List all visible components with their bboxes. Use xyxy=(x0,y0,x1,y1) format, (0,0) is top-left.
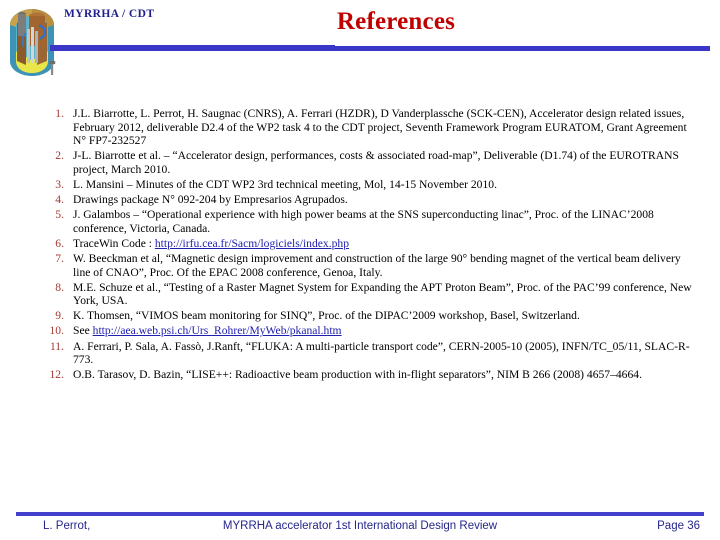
reference-number: 1. xyxy=(55,107,64,120)
reference-text: M.E. Schuze et al., “Testing of a Raster… xyxy=(73,280,692,308)
reference-hyperlink[interactable]: http://aea.web.psi.ch/Urs_Rohrer/MyWeb/p… xyxy=(93,324,342,337)
reference-number: 10. xyxy=(49,324,65,338)
reference-number: 9. xyxy=(55,309,64,323)
reference-number: 8. xyxy=(55,280,64,294)
reference-number: 3. xyxy=(55,177,64,191)
project-label: MYRRHA / CDT xyxy=(64,8,155,20)
reference-text: TraceWin Code : http://irfu.cea.fr/Sacm/… xyxy=(73,237,695,251)
slide: MYRRHA / CDT References 1. J.L. Biarrotte… xyxy=(0,0,720,540)
page-title: References xyxy=(336,8,456,35)
reference-item: 9. K. Thomsen, “VIMOS beam monitoring for… xyxy=(30,309,695,323)
references-list: 1. J.L. Biarrotte, L. Perrot, H. Saugnac … xyxy=(30,107,695,383)
reference-number: 5. xyxy=(55,208,64,222)
reference-item: 2. J-L. Biarrotte et al. – “Accelerator d… xyxy=(30,149,695,176)
reference-number: 11. xyxy=(49,339,64,353)
reference-item: 8. M.E. Schuze et al., “Testing of a Rast… xyxy=(30,281,695,308)
reference-item: 3. L. Mansini – Minutes of the CDT WP2 3r… xyxy=(30,178,695,192)
footer: L. Perrot, MYRRHA accelerator 1st Intern… xyxy=(16,518,704,538)
reference-number: 7. xyxy=(55,251,64,265)
reference-item: 7. W. Beeckman et al, “Magnetic design im… xyxy=(30,252,695,279)
reference-item: 4. Drawings package N° 092-204 by Empresa… xyxy=(30,193,695,207)
reference-text: K. Thomsen, “VIMOS beam monitoring for S… xyxy=(73,309,580,323)
title-underline-rule-accent xyxy=(50,45,335,49)
reference-text: J. Galambos – “Operational experience wi… xyxy=(73,208,654,235)
reference-item: 12. O.B. Tarasov, D. Bazin, “LISE++: Radi… xyxy=(30,368,695,382)
reference-text: W. Beeckman et al, “Magnetic design impr… xyxy=(73,251,681,279)
reference-text: J.L. Biarrotte, L. Perrot, H. Saugnac (C… xyxy=(73,107,687,148)
reference-number: 6. xyxy=(55,236,64,250)
reference-text: See http://aea.web.psi.ch/Urs_Rohrer/MyW… xyxy=(73,324,695,338)
reference-text-prefix: TraceWin Code : xyxy=(73,236,155,250)
reference-item: 11. A. Ferrari, P. Sala, A. Fassò, J.Ranf… xyxy=(30,340,695,367)
reference-text: J-L. Biarrotte et al. – “Accelerator des… xyxy=(73,149,679,176)
footer-event-title: MYRRHA accelerator 1st International Des… xyxy=(222,520,498,532)
footer-divider xyxy=(16,512,704,516)
reference-number: 2. xyxy=(55,149,64,163)
reference-text: Drawings package N° 092-204 by Empresari… xyxy=(73,193,348,207)
reference-number: 12. xyxy=(49,368,65,382)
reference-text: O.B. Tarasov, D. Bazin, “LISE++: Radioac… xyxy=(73,368,642,382)
reference-hyperlink[interactable]: http://irfu.cea.fr/Sacm/logiciels/index.… xyxy=(155,237,349,250)
reference-item: 5. J. Galambos – “Operational experience … xyxy=(30,208,695,235)
myrrha-reactor-vessel-logo xyxy=(4,3,60,81)
reference-item: 6. TraceWin Code : http://irfu.cea.fr/Sac… xyxy=(30,237,695,251)
reference-item: 1. J.L. Biarrotte, L. Perrot, H. Saugnac … xyxy=(30,107,695,148)
reference-item: 10. See http://aea.web.psi.ch/Urs_Rohrer/… xyxy=(30,324,695,338)
reference-text: A. Ferrari, P. Sala, A. Fassò, J.Ranft, … xyxy=(73,339,690,367)
reference-number: 4. xyxy=(55,193,64,207)
page-number: Page 36 xyxy=(657,520,700,532)
reference-text-prefix: See xyxy=(73,324,93,338)
reference-text: L. Mansini – Minutes of the CDT WP2 3rd … xyxy=(73,177,497,191)
